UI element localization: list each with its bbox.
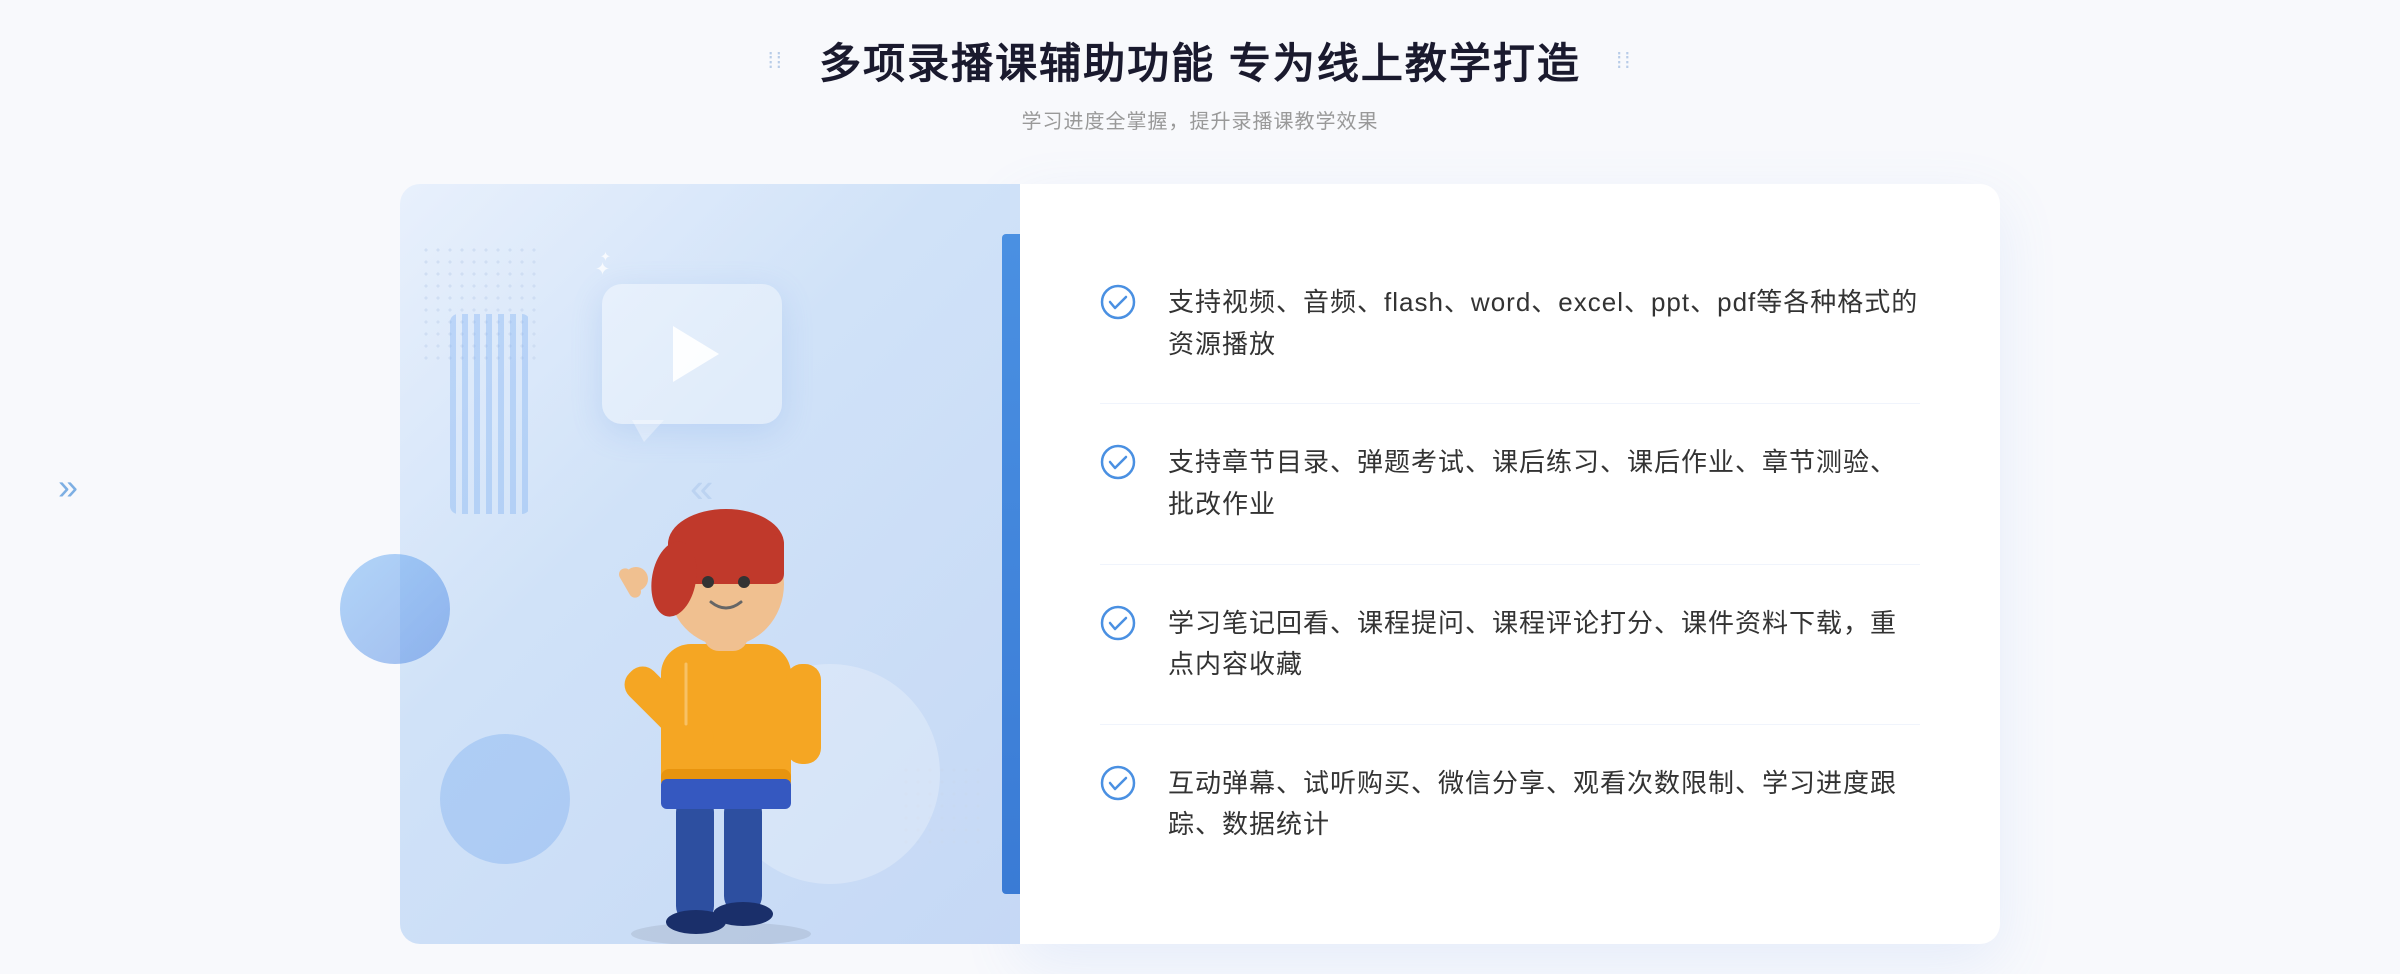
page-container: » ⁞⁞ 多项录播课辅助功能 专为线上教学打造 ⁞⁞ 学习进度全掌握，提升录播课… bbox=[0, 0, 2400, 974]
content-area: « ✦ ✦ bbox=[400, 184, 2000, 944]
features-card: 支持视频、音频、flash、word、excel、ppt、pdf等各种格式的资源… bbox=[1020, 184, 2000, 944]
header-section: ⁞⁞ 多项录播课辅助功能 专为线上教学打造 ⁞⁞ 学习进度全掌握，提升录播课教学… bbox=[768, 30, 1633, 134]
feature-text-3: 学习笔记回看、课程提问、课程评论打分、课件资料下载，重点内容收藏 bbox=[1168, 603, 1920, 686]
page-title: ⁞⁞ 多项录播课辅助功能 专为线上教学打造 ⁞⁞ bbox=[768, 30, 1633, 91]
play-triangle-icon bbox=[673, 326, 719, 382]
feature-item-4: 互动弹幕、试听购买、微信分享、观看次数限制、学习进度跟踪、数据统计 bbox=[1100, 725, 1920, 884]
feature-text-1: 支持视频、音频、flash、word、excel、ppt、pdf等各种格式的资源… bbox=[1168, 282, 1920, 365]
sparkle-icon-2: ✦ bbox=[600, 249, 611, 265]
dots-left-icon: ⁞⁞ bbox=[768, 48, 784, 74]
chevron-left-icon: » bbox=[58, 466, 78, 508]
illustration-container: « ✦ ✦ bbox=[400, 184, 1020, 944]
check-icon-3 bbox=[1100, 605, 1136, 641]
deco-circle-left bbox=[340, 554, 450, 664]
play-bubble bbox=[602, 284, 782, 424]
main-title-text: 多项录播课辅助功能 专为线上教学打造 bbox=[819, 30, 1581, 91]
check-icon-1 bbox=[1100, 284, 1136, 320]
feature-text-4: 互动弹幕、试听购买、微信分享、观看次数限制、学习进度跟踪、数据统计 bbox=[1168, 763, 1920, 846]
check-icon-2 bbox=[1100, 444, 1136, 480]
feature-item-3: 学习笔记回看、课程提问、课程评论打分、课件资料下载，重点内容收藏 bbox=[1100, 565, 1920, 725]
illus-strip bbox=[450, 314, 530, 514]
blue-accent-bar bbox=[1002, 234, 1020, 894]
feature-item-1: 支持视频、音频、flash、word、excel、ppt、pdf等各种格式的资源… bbox=[1100, 244, 1920, 404]
illus-circle-medium bbox=[440, 734, 570, 864]
subtitle-text: 学习进度全掌握，提升录播课教学效果 bbox=[768, 105, 1633, 134]
person-figure bbox=[566, 424, 886, 944]
feature-item-2: 支持章节目录、弹题考试、课后练习、课后作业、章节测验、批改作业 bbox=[1100, 404, 1920, 564]
check-icon-4 bbox=[1100, 765, 1136, 801]
feature-text-2: 支持章节目录、弹题考试、课后练习、课后作业、章节测验、批改作业 bbox=[1168, 442, 1920, 525]
dots-right-icon: ⁞⁞ bbox=[1616, 48, 1632, 74]
